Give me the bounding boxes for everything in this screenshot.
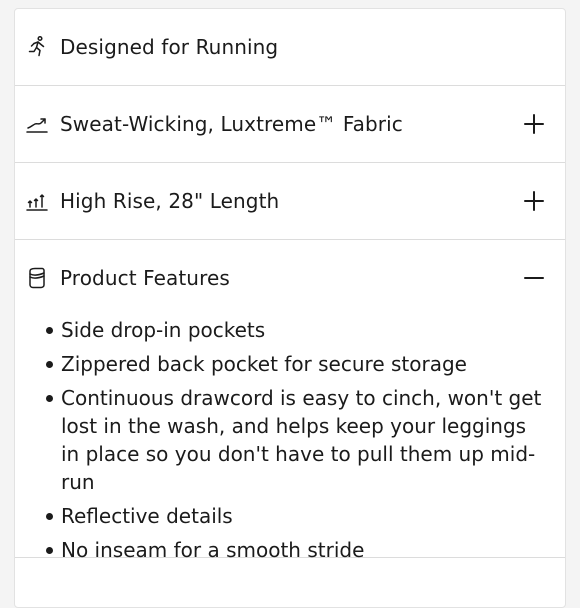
list-item: Continuous drawcord is easy to cinch, wo…: [46, 384, 545, 496]
list-item: Side drop-in pockets: [46, 316, 545, 344]
expand-plus-icon[interactable]: [523, 113, 545, 135]
pocket-icon: [25, 266, 49, 290]
rise-length-icon: [25, 189, 49, 213]
accordion-row-label: Designed for Running: [60, 35, 279, 59]
running-person-icon: [25, 35, 49, 59]
accordion-row-product-features[interactable]: Product Features: [15, 240, 565, 316]
list-item: Reflective details: [46, 502, 545, 530]
product-features-panel: Side drop-in pockets Zippered back pocke…: [15, 316, 565, 562]
features-list: Side drop-in pockets Zippered back pocke…: [45, 316, 545, 564]
collapse-minus-icon[interactable]: [523, 267, 545, 289]
list-item: Zippered back pocket for secure storage: [46, 350, 545, 378]
sweat-wicking-icon: [25, 112, 49, 136]
accordion-row-sweat-wicking-fabric[interactable]: Sweat-Wicking, Luxtreme™ Fabric: [15, 86, 565, 163]
expand-plus-icon[interactable]: [523, 190, 545, 212]
accordion-row-high-rise-length[interactable]: High Rise, 28" Length: [15, 163, 565, 240]
accordion-row-label: Product Features: [60, 266, 230, 290]
list-item: No inseam for a smooth stride: [46, 536, 545, 564]
product-details-accordion: Designed for Running Sweat-Wicking, Luxt…: [14, 8, 566, 608]
accordion-row-designed-for-running: Designed for Running: [15, 9, 565, 86]
accordion-row-label: High Rise, 28" Length: [60, 189, 280, 213]
accordion-row-label: Sweat-Wicking, Luxtreme™ Fabric: [60, 112, 403, 136]
